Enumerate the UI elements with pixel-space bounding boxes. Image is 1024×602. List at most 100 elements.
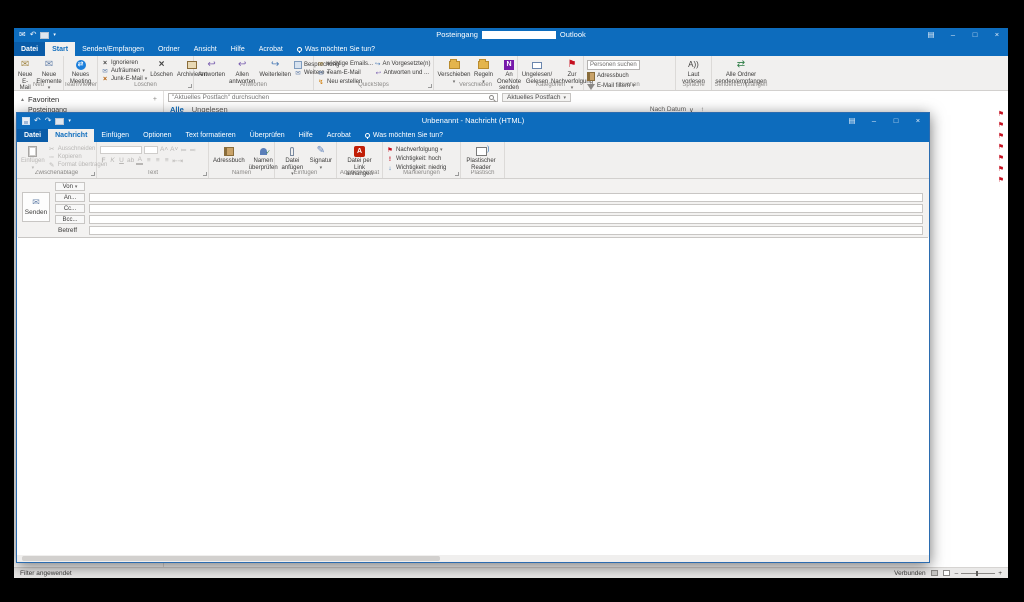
- to-button[interactable]: An...: [55, 193, 85, 202]
- subject-field[interactable]: [89, 226, 923, 235]
- close-icon[interactable]: ×: [986, 28, 1008, 42]
- send-receive-all-button[interactable]: ⇄ Alle Ordner senden/empfangen: [715, 58, 767, 85]
- tab-datei[interactable]: Datei: [17, 129, 48, 142]
- reply-all-button[interactable]: ↩ Allen antworten: [228, 58, 256, 85]
- read-aloud-button[interactable]: A)) Laut vorlesen: [679, 58, 708, 85]
- ignore-button[interactable]: × Ignorieren: [101, 60, 147, 67]
- quickstep-an-vorgesetzte[interactable]: ↪ An Vorgesetzte(n): [375, 60, 429, 69]
- tab-senden-empfangen[interactable]: Senden/Empfangen: [75, 42, 151, 56]
- move-button[interactable]: Verschieben ▾: [437, 58, 471, 85]
- signature-button[interactable]: ✎ Signatur ▾: [309, 144, 333, 171]
- favorites-header[interactable]: ▲ Favoriten +: [14, 94, 163, 105]
- search-box[interactable]: [168, 93, 498, 102]
- from-button[interactable]: Von ▾: [55, 182, 85, 191]
- ribbon-display-options-icon[interactable]: ▤: [841, 113, 863, 129]
- new-meeting-button[interactable]: ⇄ Neues Meeting: [67, 58, 94, 85]
- tab-start[interactable]: Start: [45, 42, 75, 56]
- forward-button[interactable]: ↪ Weiterleiten: [258, 58, 292, 79]
- unread-read-button[interactable]: Ungelesen/ Gelesen: [521, 58, 553, 85]
- flagged-message-indicator[interactable]: ⚑: [998, 166, 1004, 173]
- quickstep-antworten-und[interactable]: ↩ Antworten und ...: [375, 69, 429, 78]
- delete-button[interactable]: × Löschen: [149, 58, 174, 79]
- find-people-box[interactable]: Personen suchen: [587, 60, 640, 70]
- maximize-icon[interactable]: □: [964, 28, 986, 42]
- tab-nachricht[interactable]: Nachricht: [48, 129, 94, 142]
- bullets-icon[interactable]: ≔: [180, 146, 187, 154]
- tab-hilfe[interactable]: Hilfe: [224, 42, 252, 56]
- highlight-button[interactable]: ab: [127, 157, 134, 164]
- paste-button[interactable]: Einfügen ▾: [20, 144, 46, 171]
- search-input[interactable]: [172, 94, 489, 102]
- qat-customize-icon[interactable]: ▾: [53, 33, 56, 38]
- grow-font-icon[interactable]: A˄: [160, 146, 168, 153]
- zoom-thumb[interactable]: [976, 571, 978, 576]
- minimize-icon[interactable]: –: [942, 28, 964, 42]
- font-size-box[interactable]: [144, 146, 158, 154]
- tab-ansicht[interactable]: Ansicht: [187, 42, 224, 56]
- tab-datei[interactable]: Datei: [14, 42, 45, 56]
- tab-text-formatieren[interactable]: Text formatieren: [178, 129, 242, 142]
- print-icon[interactable]: [55, 118, 64, 125]
- tab-acrobat[interactable]: Acrobat: [320, 129, 358, 142]
- send-button[interactable]: ✉ Senden: [22, 192, 50, 222]
- address-book-button[interactable]: Adressbuch: [587, 72, 640, 81]
- search-scope-dropdown[interactable]: Aktuelles Postfach ▾: [502, 93, 571, 102]
- ribbon-display-options-icon[interactable]: ▤: [920, 28, 942, 42]
- high-importance-button[interactable]: ! Wichtigkeit: hoch: [386, 156, 446, 163]
- numbering-icon[interactable]: ≕: [189, 146, 196, 154]
- redo-icon[interactable]: ↷: [45, 117, 52, 125]
- tab-einfuegen[interactable]: Einfügen: [94, 129, 136, 142]
- flagged-message-indicator[interactable]: ⚑: [998, 122, 1004, 129]
- tab-hilfe[interactable]: Hilfe: [292, 129, 320, 142]
- font-name-box[interactable]: [100, 146, 142, 154]
- tell-me-box[interactable]: Was möchten Sie tun?: [290, 42, 382, 56]
- shrink-font-icon[interactable]: A˅: [170, 146, 178, 153]
- zoom-out-icon[interactable]: –: [955, 570, 959, 577]
- send-receive-icon[interactable]: ✉: [19, 31, 26, 39]
- follow-up-button[interactable]: ⚑ Nachverfolgung ▾: [386, 147, 446, 154]
- zoom-slider[interactable]: – +: [955, 570, 1002, 577]
- bcc-field[interactable]: [89, 215, 923, 224]
- reading-view-icon[interactable]: [943, 570, 950, 576]
- maximize-icon[interactable]: □: [885, 113, 907, 129]
- tell-me-box[interactable]: Was möchten Sie tun?: [358, 129, 450, 142]
- close-icon[interactable]: ×: [907, 113, 929, 129]
- quickstep-team-email[interactable]: ✉ Team-E-Mail: [317, 69, 373, 78]
- flagged-message-indicator[interactable]: ⚑: [998, 133, 1004, 140]
- align-center-icon[interactable]: ≡: [154, 157, 161, 164]
- cc-field[interactable]: [89, 204, 923, 213]
- address-book-button[interactable]: Adressbuch: [212, 144, 246, 165]
- tab-ordner[interactable]: Ordner: [151, 42, 187, 56]
- tab-acrobat[interactable]: Acrobat: [252, 42, 290, 56]
- to-field[interactable]: [89, 193, 923, 202]
- indent-icons[interactable]: ⇤⇥: [172, 157, 183, 165]
- flagged-message-indicator[interactable]: ⚑: [998, 144, 1004, 151]
- print-icon[interactable]: [40, 32, 49, 39]
- flagged-message-indicator[interactable]: ⚑: [998, 155, 1004, 162]
- qat-customize-icon[interactable]: ▾: [68, 119, 71, 124]
- align-right-icon[interactable]: ≡: [163, 157, 170, 164]
- tab-ueberpruefen[interactable]: Überprüfen: [243, 129, 292, 142]
- cleanup-button[interactable]: ✉ Aufräumen ▾: [101, 68, 147, 75]
- align-left-icon[interactable]: ≡: [145, 157, 152, 164]
- tab-optionen[interactable]: Optionen: [136, 129, 178, 142]
- flagged-message-indicator[interactable]: ⚑: [998, 177, 1004, 184]
- message-body[interactable]: [18, 237, 928, 555]
- undo-icon[interactable]: ↶: [30, 31, 37, 39]
- font-color-button[interactable]: A: [136, 156, 143, 165]
- cc-button[interactable]: Cc...: [55, 204, 85, 213]
- immersive-reader-button[interactable]: Plastischer Reader: [464, 144, 498, 171]
- flagged-message-indicator[interactable]: ⚑: [998, 111, 1004, 118]
- rules-button[interactable]: Regeln ▾: [473, 58, 494, 85]
- zoom-in-icon[interactable]: +: [998, 570, 1002, 577]
- italic-button[interactable]: K: [109, 157, 116, 164]
- scrollbar-thumb[interactable]: [22, 556, 440, 561]
- quickstep-wichtige-emails[interactable]: ✉ wichtige Emails...: [317, 60, 373, 69]
- normal-view-icon[interactable]: [931, 570, 938, 576]
- reply-button[interactable]: ↩ Antworten: [197, 58, 226, 79]
- bold-button[interactable]: F: [100, 157, 107, 164]
- pin-icon[interactable]: +: [153, 96, 157, 103]
- minimize-icon[interactable]: –: [863, 113, 885, 129]
- underline-button[interactable]: U: [118, 157, 125, 164]
- zoom-track[interactable]: [961, 573, 995, 574]
